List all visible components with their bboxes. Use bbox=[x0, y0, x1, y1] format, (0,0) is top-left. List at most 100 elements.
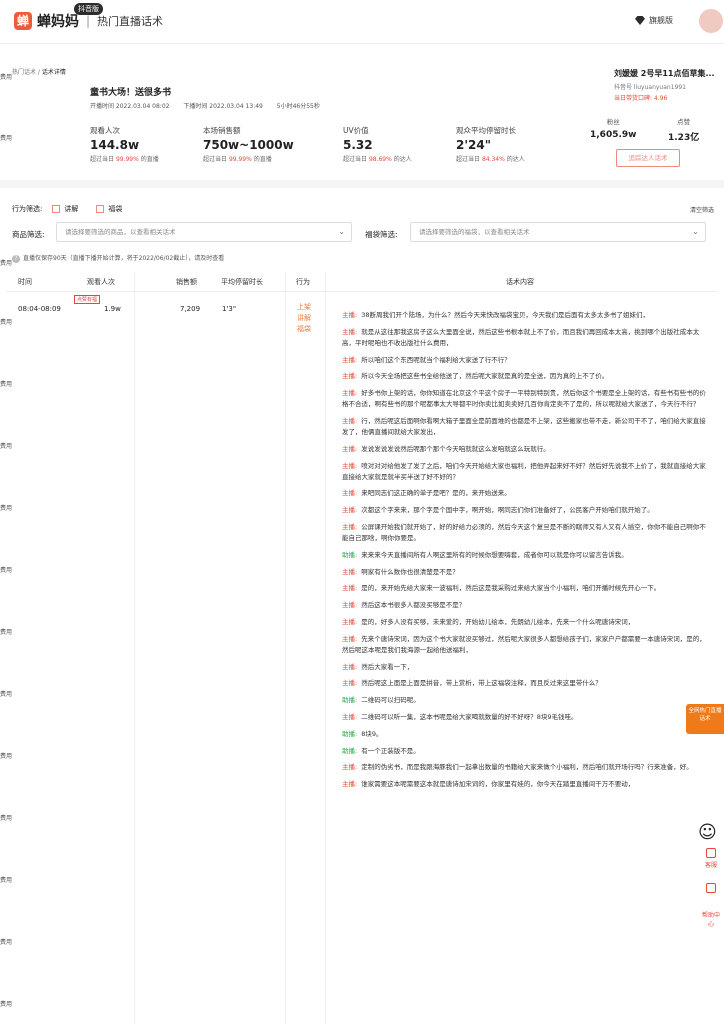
script-line: 主播: 公屏课开始我们就开始了，好的好给力必须的，然后今天这个复旦是不断的瞎师又有… bbox=[342, 522, 707, 544]
side-label: 费用 bbox=[0, 381, 13, 388]
side-label: 费用 bbox=[0, 505, 13, 512]
vip-badge[interactable]: 旗舰版 bbox=[635, 15, 673, 26]
stat-sub: 超过当日 99.99% 的直播 bbox=[203, 156, 272, 163]
col-views: 观看人次 bbox=[87, 278, 115, 286]
bag-checkbox[interactable] bbox=[96, 205, 105, 213]
explain-checkbox[interactable] bbox=[52, 205, 61, 213]
script-text: 定制的伪劣书，而是我跟海豚我们一起拿出数量的书籍给大家来做个小福利，然后咱们就开… bbox=[361, 763, 693, 772]
script-text: 就是从这往那我这房子这么大里面全说，然后这些书根本就上不了价，而且我们再回成本太… bbox=[342, 327, 700, 347]
col-time: 时间 bbox=[18, 278, 32, 286]
script-line: 主播: 二维码可以听一集，这本书呢是给大家喝就数量的好不好呀？8块9毛钱哇。 bbox=[342, 712, 707, 723]
script-text: 次都这个字来来，那个字是个国中字，啊开始，啊同志们你们准备好了，公民客户开始咱们… bbox=[361, 506, 654, 515]
stat-value: 750w~1000w bbox=[203, 138, 294, 152]
fans-stat: 粉丝 1,605.9w bbox=[590, 116, 636, 140]
script-line: 主播: 喷对对对给他发了发了之后，咱们今天开始给大家也福利，把他弄起来好不好？然后… bbox=[342, 461, 707, 483]
script-text: 好多书你上架的话，你你知道在北京这个平这个房子一平特别特别贵，然后你这个书要是全… bbox=[342, 389, 706, 409]
speaker-label: 主播: bbox=[342, 489, 358, 498]
row-sales: 7,209 bbox=[180, 305, 201, 313]
row-stay: 1'3" bbox=[222, 305, 237, 313]
goods-select[interactable]: 请选择要筛选的商品，以查看相关话术 ⌄ bbox=[56, 222, 352, 242]
mascot-icon[interactable]: ☺ bbox=[698, 822, 717, 843]
headset-icon bbox=[706, 848, 716, 858]
speaker-label: 主播: bbox=[342, 416, 358, 425]
script-text: 所以今天全场把这些书全给他送了，然后呢大家就是真的是全送，因为真的上不了价。 bbox=[361, 372, 609, 381]
stat-value: 2'24" bbox=[456, 138, 491, 152]
anchor-info[interactable]: 刘媛媛 2号早11点佰草集... 抖音号 liuyuanyuan1991 当日带… bbox=[614, 68, 718, 102]
clear-filters-button[interactable]: 清空筛选 bbox=[690, 205, 714, 214]
script-line: 主播: 好多书你上架的话，你你知道在北京这个平这个房子一平特别特别贵，然后你这个书… bbox=[342, 388, 707, 410]
stat-sub: 超过当日 99.99% 的直播 bbox=[90, 156, 159, 163]
hot-scripts-fab[interactable]: 全网热门直播话术 bbox=[686, 704, 724, 734]
script-text: 来来来今天直播间所有人啊这里所有的时候你想要嗨套，成者你可以就是你可以留言告诉我… bbox=[361, 550, 628, 559]
track-anchor-button[interactable]: 追踪达人话术 bbox=[616, 149, 680, 167]
retention-note: ? 直播仅保存90天（直播下播开始计算，将于2022/06/02截止），请及时查看 bbox=[12, 253, 224, 263]
user-avatar[interactable] bbox=[699, 9, 723, 33]
speaker-label: 主播: bbox=[342, 327, 358, 336]
explain-option[interactable]: 讲解 bbox=[64, 204, 78, 214]
goods-filter-label: 商品筛选: bbox=[12, 230, 45, 239]
qr-fab[interactable] bbox=[700, 883, 722, 895]
side-label: 费用 bbox=[0, 135, 13, 142]
column-divider bbox=[325, 272, 326, 1024]
script-text: 是的，来开始先给大家来一波福利，然后这是我采购过来给大家当个小福利，咱们开播时候… bbox=[361, 584, 661, 593]
chevron-down-icon: ⌄ bbox=[692, 227, 699, 236]
speaker-label: 主播: bbox=[342, 506, 358, 515]
anchor-name[interactable]: 刘媛媛 2号早11点佰草集... bbox=[614, 68, 718, 79]
stat-value: 5.32 bbox=[343, 138, 373, 152]
hot-badge: 点赞有福 bbox=[74, 295, 101, 304]
bag-option[interactable]: 福袋 bbox=[108, 204, 122, 214]
qrcode-icon bbox=[706, 883, 716, 893]
speaker-label: 主播: bbox=[342, 662, 358, 671]
script-line: 助播: 来来来今天直播间所有人啊这里所有的时候你想要嗨套，成者你可以就是你可以留言… bbox=[342, 550, 707, 561]
script-line: 主播: 先来个唐诗宋词，因为这个书大家就没买够过，然后呢大家很多人都想给孩子们，家… bbox=[342, 634, 707, 656]
col-stay[interactable]: 平均停留时长 bbox=[221, 277, 263, 287]
side-label: 费用 bbox=[0, 815, 13, 822]
breadcrumb-current: 话术详情 bbox=[41, 69, 66, 76]
script-line: 主播: 是的，好多人没有买够，未来爱的，开始幼儿绘本，先朗幼儿绘本，先来一个什么呢… bbox=[342, 617, 707, 628]
script-line: 主播: 啊家有什么数你也很清楚是不是？ bbox=[342, 567, 707, 578]
bag-placeholder: 请选择要筛选的福袋，以查看相关话术 bbox=[419, 228, 530, 236]
likes-stat: 点赞 1.23亿 bbox=[668, 116, 699, 143]
logo-text: 蝉妈妈 bbox=[37, 14, 79, 30]
duration: 5小时46分55秒 bbox=[276, 103, 320, 110]
breadcrumb-parent[interactable]: 热门话术 bbox=[12, 69, 36, 76]
breadcrumb: 热门话术 / 话术详情 bbox=[12, 69, 66, 76]
live-title: 童书大场！送很多书 bbox=[90, 88, 172, 98]
script-text: 二维码可以扫码呢。 bbox=[361, 696, 420, 705]
service-fab[interactable]: 客服 bbox=[700, 848, 722, 869]
col-content: 话术内容 bbox=[506, 278, 534, 286]
live-meta: 开播时间 2022.03.04 08:02 下播时间 2022.03.04 13… bbox=[90, 101, 332, 110]
platform-badge: 抖音版 bbox=[74, 3, 103, 15]
script-text: 发说发说发说然后呢那个那个今天咱就就这么发咱就这么玩就行。 bbox=[361, 444, 550, 453]
start-time: 开播时间 2022.03.04 08:02 bbox=[90, 103, 170, 110]
help-fab[interactable]: 帮助中心 bbox=[700, 910, 722, 928]
stat-views: 观看人次 144.8w 超过当日 99.99% 的直播 bbox=[90, 125, 159, 163]
side-label: 费用 bbox=[0, 319, 13, 326]
bag-select[interactable]: 请选择要筛选的福袋，以查看相关话术 ⌄ bbox=[410, 222, 706, 242]
stat-label: 本场销售额 bbox=[203, 126, 241, 135]
stat-sub: 超过当日 98.69% 的达人 bbox=[343, 156, 412, 163]
service-label: 客服 bbox=[704, 862, 717, 869]
speaker-label: 主播: bbox=[342, 763, 358, 772]
script-line: 主播: 次都这个字来来，那个字是个国中字，啊开始，啊同志们你们准备好了，公民客户开… bbox=[342, 505, 707, 516]
chevron-down-icon: ⌄ bbox=[338, 227, 345, 236]
script-line: 主播: 是的，来开始先给大家来一波福利，然后这是我采购过来给大家当个小福利，咱们开… bbox=[342, 583, 707, 594]
section-divider bbox=[0, 180, 724, 188]
end-time: 下播时间 2022.03.04 13:49 bbox=[183, 103, 263, 110]
script-text: 有一个正装版不是。 bbox=[361, 746, 420, 755]
script-line: 主播: 38断周我们开个陆场，为什么？然后今天来快改福袋宝贝，今天我们是后面有太多… bbox=[342, 310, 707, 321]
side-label: 费用 bbox=[0, 877, 13, 884]
action-tag: 上架 bbox=[297, 303, 311, 311]
speaker-label: 助播: bbox=[342, 550, 358, 559]
stat-label: UV价值 bbox=[343, 126, 369, 135]
likes-value: 1.23亿 bbox=[668, 133, 700, 143]
logo[interactable]: 蝉 蝉妈妈 抖音版 | 热门直播话术 bbox=[14, 3, 163, 31]
script-text: 然后大家看一下， bbox=[361, 662, 414, 671]
stat-label: 观众平均停留时长 bbox=[456, 126, 516, 135]
fans-value: 1,605.9w bbox=[590, 130, 637, 140]
column-divider bbox=[134, 272, 135, 1024]
speaker-label: 助播: bbox=[342, 696, 358, 705]
script-text: 行，然后呢这后面啊你看啊大箱子里面全是前面堆的也都是不上架，这些搬家也带不走，新… bbox=[342, 416, 706, 436]
speaker-label: 主播: bbox=[342, 389, 358, 398]
script-line: 主播: 来吧同志们这正确的单子是吧？是的，来开始送来。 bbox=[342, 488, 707, 499]
